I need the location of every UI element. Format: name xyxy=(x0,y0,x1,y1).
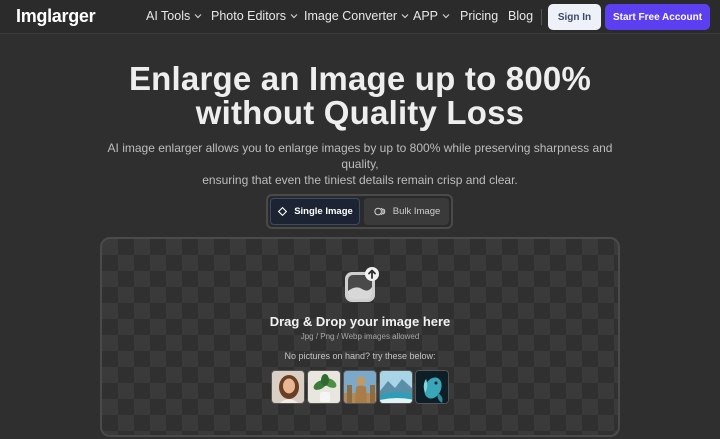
page-subtitle: AI image enlarger allows you to enlarge … xyxy=(100,140,620,188)
nav-app[interactable]: APP xyxy=(413,9,451,23)
page-title: Enlarge an Image up to 800% without Qual… xyxy=(60,62,660,130)
sample-thumb-fish[interactable] xyxy=(415,370,449,404)
bulk-image-label: Bulk Image xyxy=(392,206,441,217)
page-title-line2: without Quality Loss xyxy=(195,94,525,131)
sample-thumb-statue[interactable] xyxy=(343,370,377,404)
statue-sample-image xyxy=(344,371,376,403)
chevron-down-icon xyxy=(290,14,298,19)
upload-mode-toggle: Single Image Bulk Image xyxy=(266,194,453,229)
bulk-image-tab[interactable]: Bulk Image xyxy=(364,198,449,225)
chevron-down-icon xyxy=(194,14,202,19)
sample-images xyxy=(271,370,449,404)
sample-thumb-plant[interactable] xyxy=(307,370,341,404)
dropzone-title: Drag & Drop your image here xyxy=(269,314,451,329)
nav-ai-tools-label: AI Tools xyxy=(146,9,191,23)
fish-sample-image xyxy=(416,371,448,403)
nav-app-label: APP xyxy=(413,9,439,23)
layers-icon xyxy=(374,207,385,216)
chevron-down-icon xyxy=(401,14,409,19)
start-free-account-button[interactable]: Start Free Account xyxy=(605,4,710,30)
allowed-formats-text: Jpg / Png / Webp images allowed xyxy=(300,332,420,341)
top-navbar: Imglarger AI Tools Photo Editors Image C… xyxy=(0,0,720,34)
page-subtitle-line2: ensuring that even the tiniest details r… xyxy=(202,173,518,187)
plant-sample-image xyxy=(308,371,340,403)
image-upload-icon xyxy=(345,267,379,302)
nav-photo-editors-label: Photo Editors xyxy=(211,9,287,23)
sign-in-button[interactable]: Sign In xyxy=(548,4,601,30)
page-title-line1: Enlarge an Image up to 800% xyxy=(128,60,592,97)
single-image-label: Single Image xyxy=(294,206,353,217)
chevron-down-icon xyxy=(442,14,450,19)
diamond-icon xyxy=(278,206,288,217)
nav-blog[interactable]: Blog xyxy=(508,9,533,23)
nav-image-converter[interactable]: Image Converter xyxy=(304,9,410,23)
sample-prompt-text: No pictures on hand? try these below: xyxy=(284,351,436,361)
nav-divider xyxy=(541,9,542,25)
nav-blog-label: Blog xyxy=(508,9,534,23)
nav-pricing-label: Pricing xyxy=(460,9,499,23)
sample-thumb-portrait[interactable] xyxy=(271,370,305,404)
nav-pricing[interactable]: Pricing xyxy=(460,9,498,23)
image-dropzone[interactable]: Drag & Drop your image here Jpg / Png / … xyxy=(100,237,620,437)
nav-photo-editors[interactable]: Photo Editors xyxy=(211,9,299,23)
nav-image-converter-label: Image Converter xyxy=(304,9,398,23)
portrait-sample-image xyxy=(272,371,304,403)
landscape-sample-image xyxy=(380,371,412,403)
site-logo[interactable]: Imglarger xyxy=(16,6,96,27)
page-subtitle-line1: AI image enlarger allows you to enlarge … xyxy=(107,141,613,171)
sample-thumb-landscape[interactable] xyxy=(379,370,413,404)
single-image-tab[interactable]: Single Image xyxy=(270,198,360,225)
nav-ai-tools[interactable]: AI Tools xyxy=(146,9,203,23)
